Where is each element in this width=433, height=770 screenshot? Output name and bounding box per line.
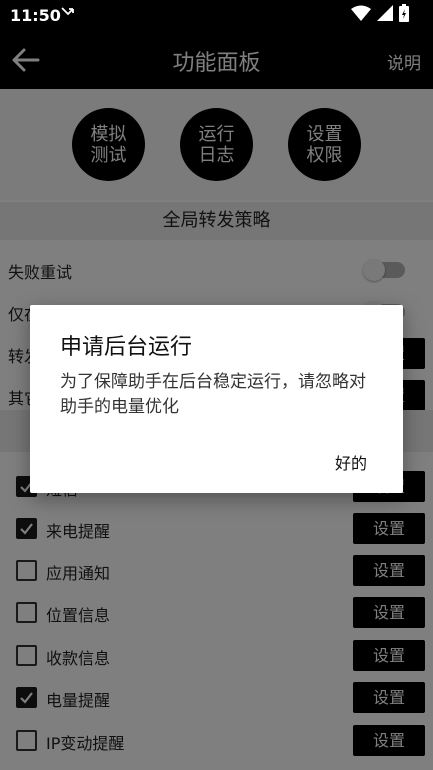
wifi-icon bbox=[351, 5, 371, 25]
status-time: 11:50 bbox=[10, 6, 61, 25]
background-run-dialog: 申请后台运行 为了保障助手在后台稳定运行，请忽略对助手的电量优化 好的 bbox=[30, 305, 403, 493]
system-icons bbox=[351, 4, 409, 26]
missed-call-icon bbox=[61, 6, 79, 22]
status-bar: 11:50 bbox=[0, 0, 433, 30]
dialog-confirm-button[interactable]: 好的 bbox=[335, 450, 367, 474]
dialog-message: 为了保障助手在后台稳定运行，请忽略对助手的电量优化 bbox=[60, 372, 366, 417]
signal-icon bbox=[377, 5, 393, 25]
battery-charging-icon bbox=[399, 4, 409, 26]
dialog-title: 申请后台运行 bbox=[60, 335, 193, 360]
